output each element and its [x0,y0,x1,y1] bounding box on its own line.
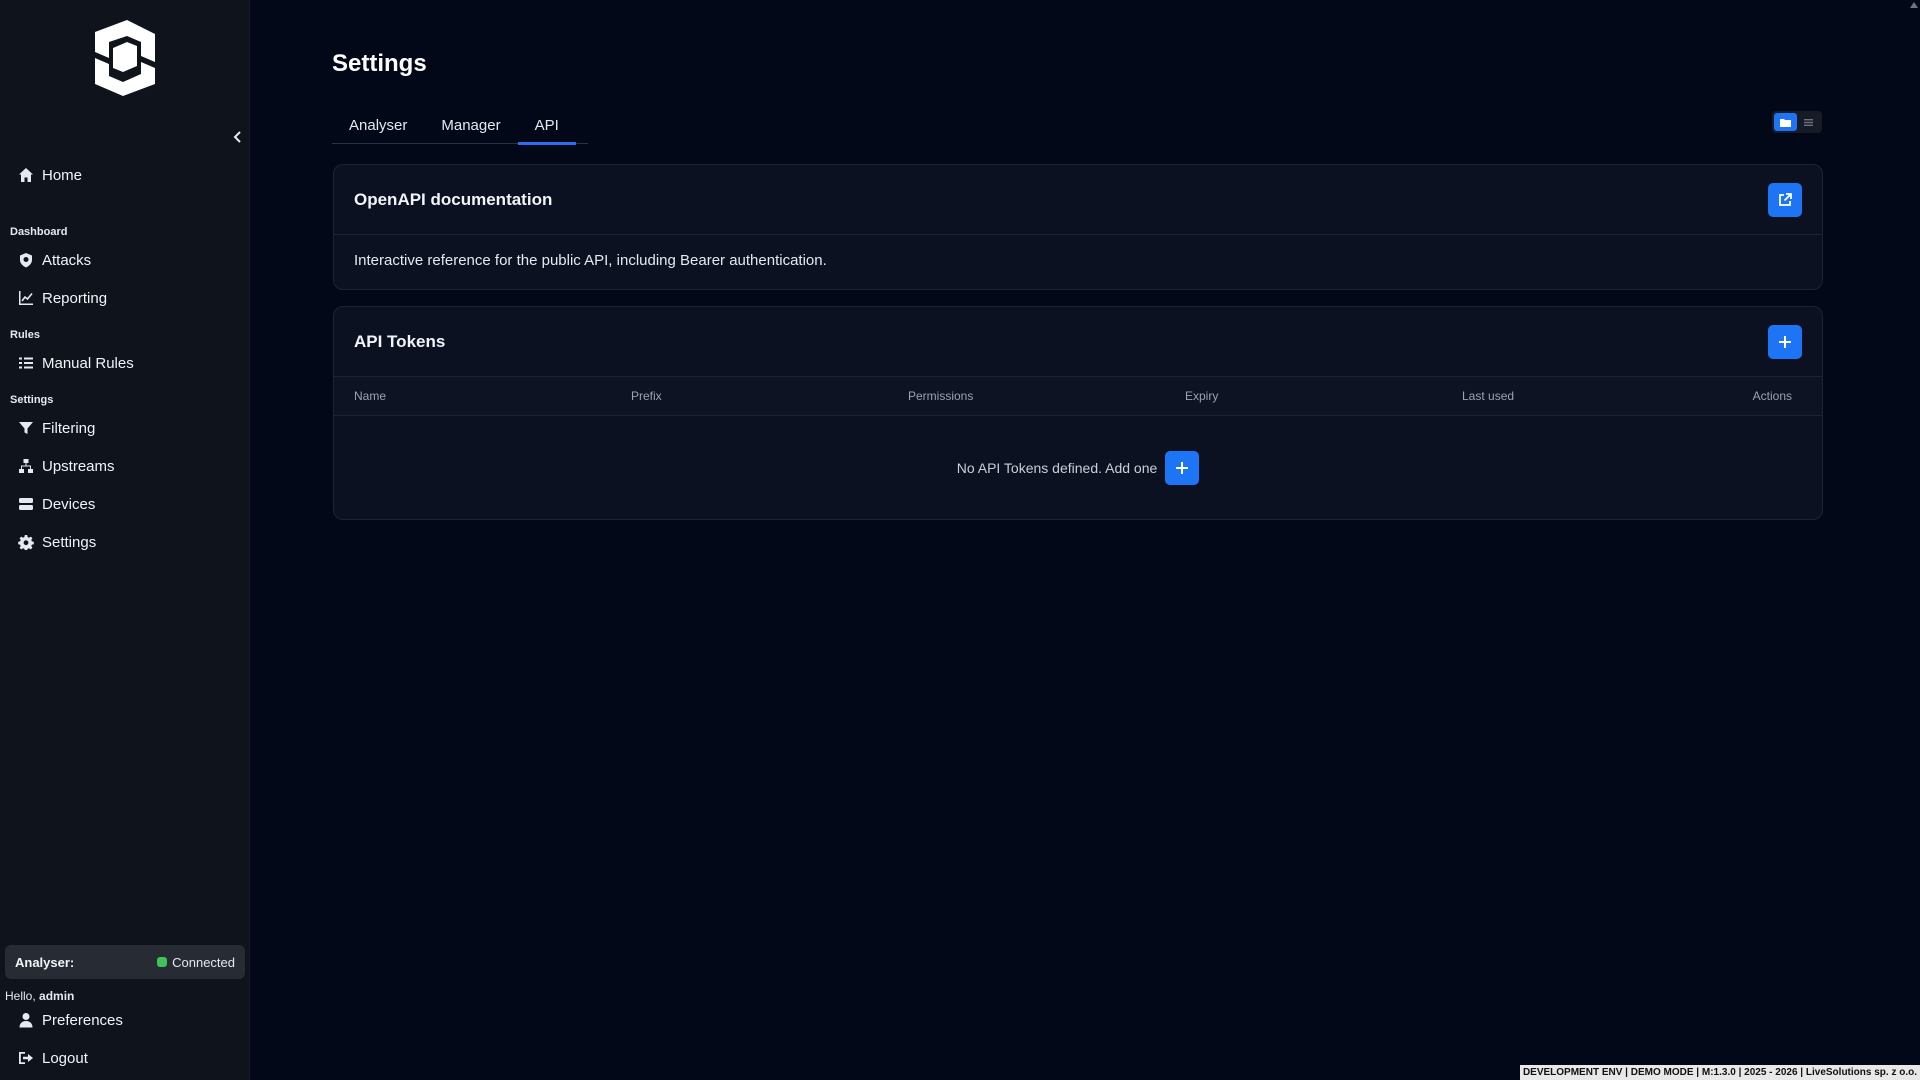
nav-upstreams-label: Upstreams [42,457,115,475]
add-token-inline-button[interactable] [1165,450,1200,485]
external-link-icon [1779,192,1792,206]
empty-state-text: No API Tokens defined. Add one [956,459,1158,476]
openapi-title: OpenAPI documentation [354,189,553,209]
column-expiry[interactable]: Expiry [1185,389,1462,403]
nav-devices[interactable]: Devices [18,492,95,516]
chevron-left-icon [233,131,241,143]
nav-logout[interactable]: Logout [18,1046,88,1070]
list-icon [1804,118,1813,126]
analyser-status-panel: Analyser: Connected [5,945,245,979]
nav-home[interactable]: Home [18,163,82,187]
tab-manager[interactable]: Manager [424,106,517,144]
nav-reporting[interactable]: Reporting [18,286,107,310]
shield-icon [20,253,32,268]
page-title: Settings [332,50,427,77]
home-icon [19,168,33,182]
tab-analyser[interactable]: Analyser [332,106,424,144]
status-dot-icon [157,957,168,967]
column-last-used[interactable]: Last used [1462,389,1739,403]
line-chart-icon [19,291,33,305]
section-rules: Rules [10,329,40,341]
column-prefix[interactable]: Prefix [631,389,908,403]
nav-logout-label: Logout [42,1049,88,1067]
view-mode-toggle [1772,111,1822,133]
nav-manual-rules[interactable]: Manual Rules [18,351,134,375]
openapi-card-header: OpenAPI documentation [334,165,1822,235]
nav-filtering[interactable]: Filtering [18,416,95,440]
nav-manual-rules-label: Manual Rules [42,354,134,372]
sidebar: Home Dashboard Attacks Reporting Rules M… [0,0,250,1080]
scroll-up-icon[interactable] [1910,2,1918,8]
status-badge: Connected [157,955,235,970]
plus-icon [1779,335,1791,348]
user-icon [19,1013,33,1028]
settings-tabs: Analyser Manager API [332,106,588,145]
api-tokens-card: API Tokens Name Prefix Permissions Expir… [333,306,1823,520]
environment-footer: DEVELOPMENT ENV | DEMO MODE | M:1.3.0 | … [1519,1065,1920,1080]
nav-reporting-label: Reporting [42,289,108,307]
list-check-icon [19,357,33,369]
nav-upstreams[interactable]: Upstreams [18,454,115,478]
section-dashboard: Dashboard [10,226,68,238]
nav-attacks[interactable]: Attacks [18,248,91,272]
nav-settings[interactable]: Settings [18,530,96,554]
sitemap-icon [19,459,33,473]
nav-home-label: Home [42,166,83,184]
table-header: Name Prefix Permissions Expiry Last used… [334,377,1822,416]
nav-devices-label: Devices [42,495,96,513]
username: admin [39,989,75,1003]
nav-preferences-label: Preferences [42,1011,123,1029]
nav-attacks-label: Attacks [42,251,92,269]
openapi-description: Interactive reference for the public API… [354,252,827,269]
list-view-button[interactable] [1797,113,1820,131]
greeting: Hello, admin [5,989,74,1003]
api-tokens-card-header: API Tokens [334,307,1822,377]
section-settings: Settings [10,394,54,406]
open-docs-button[interactable] [1768,182,1802,217]
plus-icon [1176,461,1189,474]
analyser-status-text: Connected [172,954,235,970]
add-token-button[interactable] [1768,324,1802,359]
api-tokens-title: API Tokens [354,331,446,351]
empty-state: No API Tokens defined. Add one [334,416,1822,519]
card-view-button[interactable] [1774,113,1797,131]
logout-icon [19,1052,33,1064]
gear-icon [18,535,34,550]
nav-filtering-label: Filtering [42,419,96,437]
filter-icon [19,422,33,434]
column-name[interactable]: Name [354,389,631,403]
openapi-card: OpenAPI documentation Interactive refere… [333,164,1823,290]
nav-preferences[interactable]: Preferences [18,1008,123,1032]
greeting-prefix: Hello, [5,989,36,1003]
nav-settings-label: Settings [42,533,97,551]
server-icon [19,498,33,510]
column-actions: Actions [1752,389,1792,403]
tab-api[interactable]: API [517,106,576,145]
app-logo[interactable] [93,18,157,98]
analyser-label: Analyser: [15,954,75,970]
collapse-sidebar-button[interactable] [229,128,247,146]
folder-icon [1780,118,1791,127]
column-permissions[interactable]: Permissions [908,389,1185,403]
